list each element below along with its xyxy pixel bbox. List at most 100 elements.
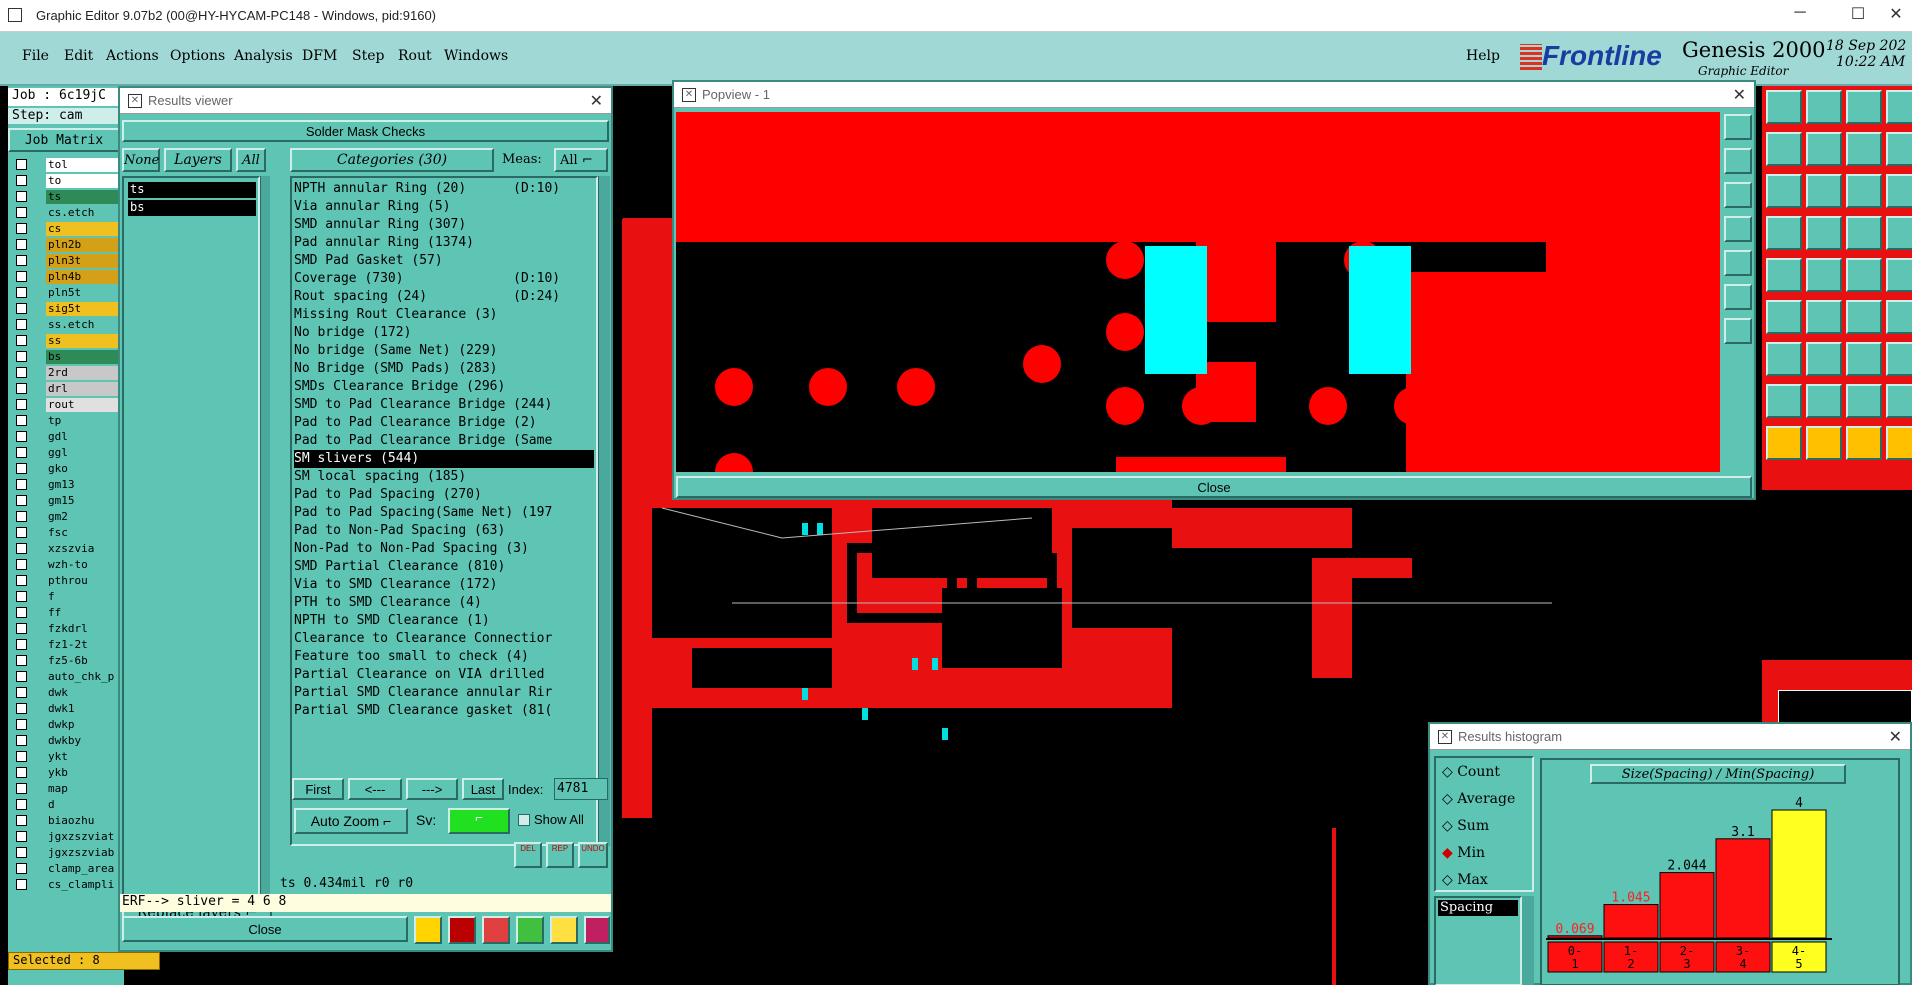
layer-row[interactable]: pln3t bbox=[8, 254, 126, 268]
layer-name[interactable]: pln4b bbox=[46, 270, 126, 284]
tool-icon[interactable] bbox=[1846, 90, 1882, 124]
layer-row[interactable]: fsc bbox=[8, 526, 126, 540]
index-input[interactable]: 4781 bbox=[554, 778, 608, 800]
category-item[interactable]: Rout spacing (24) (D:24) bbox=[294, 288, 584, 306]
tool-icon[interactable] bbox=[1886, 384, 1912, 418]
tool-icon[interactable] bbox=[1846, 342, 1882, 376]
layer-row[interactable]: gdl bbox=[8, 430, 126, 444]
layer-name[interactable]: d bbox=[46, 798, 126, 812]
category-item[interactable]: No bridge (Same Net) (229) bbox=[294, 342, 584, 360]
tool-icon[interactable] bbox=[1886, 132, 1912, 166]
undo-result-button[interactable]: UNDO bbox=[578, 842, 608, 868]
layer-name[interactable]: ggl bbox=[46, 446, 126, 460]
minimize-button[interactable]: ─ bbox=[1780, 4, 1820, 26]
popview-canvas[interactable] bbox=[676, 112, 1720, 472]
layer-checkbox[interactable] bbox=[16, 591, 27, 602]
layer-checkbox[interactable] bbox=[16, 383, 27, 394]
last-button[interactable]: Last bbox=[462, 778, 504, 800]
tool-icon[interactable] bbox=[1806, 384, 1842, 418]
tool-icon[interactable] bbox=[1886, 300, 1912, 334]
option-sum[interactable]: ◇ Sum bbox=[1442, 818, 1489, 834]
layer-name[interactable]: fzkdrl bbox=[46, 622, 126, 636]
tool-icon[interactable] bbox=[1806, 174, 1842, 208]
layer-name[interactable]: fz1-2t bbox=[46, 638, 126, 652]
category-item[interactable]: Coverage (730) (D:10) bbox=[294, 270, 584, 288]
layer-checkbox[interactable] bbox=[16, 815, 27, 826]
layer-checkbox[interactable] bbox=[16, 623, 27, 634]
pop-pan-icon[interactable] bbox=[1724, 148, 1752, 174]
sv-color-dropdown[interactable]: ⌐ bbox=[448, 808, 510, 834]
layer-checkbox[interactable] bbox=[16, 415, 27, 426]
tool-icon[interactable] bbox=[1766, 90, 1802, 124]
layer-checkbox[interactable] bbox=[16, 463, 27, 474]
category-item[interactable]: Feature too small to check (4) bbox=[294, 648, 584, 666]
layer-checkbox[interactable] bbox=[16, 335, 27, 346]
layer-name[interactable]: ss bbox=[46, 334, 126, 348]
menu-dfm[interactable]: DFM bbox=[302, 48, 337, 64]
layer-checkbox[interactable] bbox=[16, 431, 27, 442]
tool-icon[interactable] bbox=[1766, 216, 1802, 250]
layer-row[interactable]: f bbox=[8, 590, 126, 604]
job-matrix-button[interactable]: Job Matrix bbox=[8, 128, 120, 152]
tool-icon[interactable] bbox=[1806, 426, 1842, 460]
pop-snap-icon[interactable] bbox=[1724, 318, 1752, 344]
tool-icon-1[interactable] bbox=[414, 916, 442, 944]
category-item[interactable]: PTH to SMD Clearance (4) bbox=[294, 594, 584, 612]
menu-help[interactable]: Help bbox=[1466, 48, 1500, 64]
measure-scrollbar[interactable] bbox=[1522, 896, 1534, 985]
layer-name[interactable]: fz5-6b bbox=[46, 654, 126, 668]
maximize-button[interactable]: ☐ bbox=[1838, 4, 1878, 26]
layer-checkbox[interactable] bbox=[16, 671, 27, 682]
layer-name[interactable]: ykt bbox=[46, 750, 126, 764]
layer-checkbox[interactable] bbox=[16, 751, 27, 762]
layer-name[interactable]: bs bbox=[46, 350, 126, 364]
auto-zoom-dropdown[interactable]: Auto Zoom ⌐ bbox=[294, 808, 408, 834]
category-item[interactable]: Pad annular Ring (1374) bbox=[294, 234, 584, 252]
histogram-bar[interactable] bbox=[1715, 838, 1771, 939]
layer-checkbox[interactable] bbox=[16, 575, 27, 586]
layer-name[interactable]: ykb bbox=[46, 766, 126, 780]
tool-icon[interactable] bbox=[1806, 216, 1842, 250]
histogram-icon[interactable] bbox=[584, 916, 610, 944]
layer-name[interactable]: jgxzszviab bbox=[46, 846, 126, 860]
layer-name[interactable]: dwkp bbox=[46, 718, 126, 732]
repair-result-button[interactable]: REP bbox=[546, 842, 574, 868]
layer-row[interactable]: cs_clampli bbox=[8, 878, 126, 892]
layer-row[interactable]: cs bbox=[8, 222, 126, 236]
layer-row[interactable]: dwkp bbox=[8, 718, 126, 732]
menu-file[interactable]: File bbox=[22, 48, 49, 64]
menu-actions[interactable]: Actions bbox=[106, 48, 159, 64]
tool-icon[interactable] bbox=[1806, 258, 1842, 292]
layer-name[interactable]: wzh-to bbox=[46, 558, 126, 572]
layer-row[interactable]: jgxzszviat bbox=[8, 830, 126, 844]
pop-fit-icon[interactable] bbox=[1724, 182, 1752, 208]
layer-checkbox[interactable] bbox=[16, 831, 27, 842]
layer-row[interactable]: sig5t bbox=[8, 302, 126, 316]
histogram-bar[interactable] bbox=[1771, 809, 1827, 939]
layer-row[interactable]: wzh-to bbox=[8, 558, 126, 572]
layer-row[interactable]: fzkdrl bbox=[8, 622, 126, 636]
layer-name[interactable]: map bbox=[46, 782, 126, 796]
category-item[interactable]: Pad to Pad Spacing (270) bbox=[294, 486, 584, 504]
category-item[interactable]: Missing Rout Clearance (3) bbox=[294, 306, 584, 324]
layer-name[interactable]: ts bbox=[46, 190, 126, 204]
layer-checkbox[interactable] bbox=[16, 527, 27, 538]
pop-home-icon[interactable] bbox=[1724, 250, 1752, 276]
meas-dropdown[interactable]: All ⌐ bbox=[554, 148, 608, 172]
all-button[interactable]: All bbox=[236, 148, 266, 172]
tool-icon[interactable] bbox=[1766, 258, 1802, 292]
tool-icon[interactable] bbox=[1846, 132, 1882, 166]
category-scrollbar[interactable] bbox=[598, 176, 610, 846]
category-item[interactable]: Clearance to Clearance Connectior bbox=[294, 630, 584, 648]
layer-name[interactable]: drl bbox=[46, 382, 126, 396]
category-item[interactable]: SMDs Clearance Bridge (296) bbox=[294, 378, 584, 396]
prev-button[interactable]: <--- bbox=[348, 778, 402, 800]
layer-row[interactable]: pthrou bbox=[8, 574, 126, 588]
layer-checkbox[interactable] bbox=[16, 719, 27, 730]
layer-checkbox[interactable] bbox=[16, 639, 27, 650]
layer-name[interactable]: gdl bbox=[46, 430, 126, 444]
layer-row[interactable]: cs.etch bbox=[8, 206, 126, 220]
layer-checkbox[interactable] bbox=[16, 159, 27, 170]
tool-icon-4[interactable] bbox=[516, 916, 544, 944]
layer-checkbox[interactable] bbox=[16, 319, 27, 330]
